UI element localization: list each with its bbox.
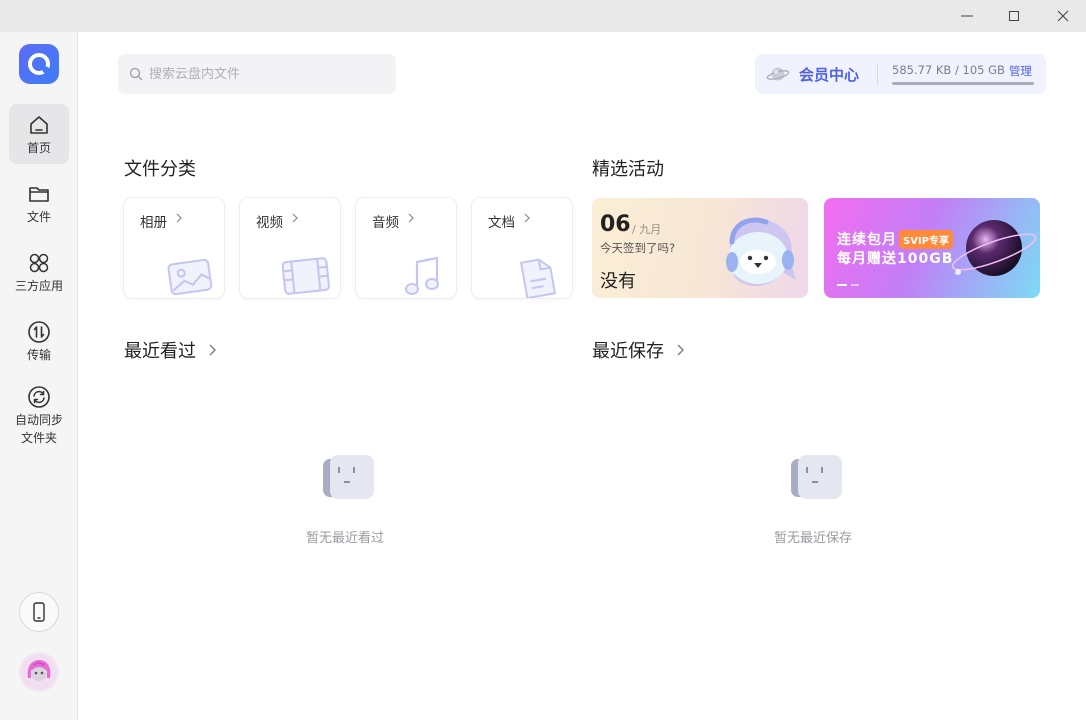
chevron-right-icon xyxy=(292,213,298,223)
category-videos[interactable]: 视频 xyxy=(240,198,340,298)
sidebar-item-label: 首页 xyxy=(26,141,51,155)
planet-icon xyxy=(766,67,790,81)
sidebar-item-label-line1: 自动同步 xyxy=(14,413,63,427)
svip-badge: SVIP专享 xyxy=(899,230,953,249)
search-input[interactable] xyxy=(149,66,389,82)
search-box[interactable] xyxy=(118,54,396,94)
category-label: 文档 xyxy=(488,215,515,231)
sidebar-item-label: 三方应用 xyxy=(14,279,63,293)
minimize-button[interactable] xyxy=(944,0,990,32)
planet-illustration xyxy=(951,220,1037,276)
document-icon xyxy=(520,258,556,298)
category-documents[interactable]: 文档 xyxy=(472,198,572,298)
sidebar-item-label: 传输 xyxy=(26,348,51,362)
chevron-right-icon xyxy=(209,344,216,356)
close-button[interactable] xyxy=(1040,0,1086,32)
close-icon xyxy=(1057,10,1069,22)
category-label: 音频 xyxy=(372,215,399,231)
file-category-title: 文件分类 xyxy=(124,159,196,180)
checkin-month: / 九月 xyxy=(632,223,662,236)
storage-progress-bar xyxy=(892,82,1034,85)
phone-button[interactable] xyxy=(19,592,59,632)
transfer-icon xyxy=(28,321,50,343)
category-audio[interactable]: 音频 xyxy=(356,198,456,298)
music-icon xyxy=(405,256,439,295)
maximize-button[interactable] xyxy=(991,0,1037,32)
checkin-answer: 没有 xyxy=(600,271,636,292)
sync-icon xyxy=(28,386,50,408)
avatar-icon xyxy=(21,654,57,690)
sidebar: 首页 文件 三方应用 传输 自动同步 文件夹 xyxy=(0,32,78,720)
storage-usage-text: 585.77 KB / 105 GB xyxy=(892,63,1005,77)
maximize-icon xyxy=(1009,11,1019,21)
promo-line2: 每月赠送100GB xyxy=(837,251,954,267)
search-icon xyxy=(129,67,143,81)
folder-icon xyxy=(29,187,49,202)
chevron-right-icon xyxy=(524,213,530,223)
chevron-right-icon xyxy=(176,213,182,223)
recent-saved-header[interactable]: 最近保存 xyxy=(592,337,685,363)
category-label: 视频 xyxy=(256,215,283,231)
recent-saved-empty-text: 暂无最近保存 xyxy=(774,531,853,546)
manage-storage-link[interactable]: 管理 xyxy=(1009,63,1032,79)
avatar[interactable] xyxy=(19,652,59,692)
sidebar-item-label-line2: 文件夹 xyxy=(20,431,57,445)
sidebar-item-files[interactable]: 文件 xyxy=(9,173,69,233)
recent-viewed-empty-text: 暂无最近看过 xyxy=(306,531,385,546)
recent-viewed-header[interactable]: 最近看过 xyxy=(124,337,217,363)
vip-center-link[interactable]: 会员中心 xyxy=(799,64,859,85)
chevron-right-icon xyxy=(677,344,684,356)
activities-title: 精选活动 xyxy=(592,159,664,180)
apps-grid-icon xyxy=(29,253,49,273)
photo-icon xyxy=(167,258,213,296)
chevron-right-icon xyxy=(408,213,414,223)
svip-promo-banner[interactable]: 连续包月 SVIP专享 每月赠送100GB xyxy=(824,198,1040,298)
mascot-illustration xyxy=(726,217,796,287)
home-icon xyxy=(30,116,48,134)
promo-line1: 连续包月 xyxy=(837,232,897,248)
minimize-icon xyxy=(961,15,973,17)
checkin-banner[interactable]: 06 / 九月 今天签到了吗? 没有 xyxy=(592,198,808,298)
phone-icon xyxy=(33,602,45,622)
category-label: 相册 xyxy=(140,215,167,231)
sidebar-item-home[interactable]: 首页 xyxy=(9,104,69,164)
divider xyxy=(877,63,878,85)
recent-viewed-title: 最近看过 xyxy=(124,341,196,362)
recent-saved-title: 最近保存 xyxy=(592,341,664,362)
sidebar-item-auto-sync-folder[interactable]: 自动同步 文件夹 xyxy=(9,380,69,452)
film-icon xyxy=(281,257,330,295)
category-photos[interactable]: 相册 xyxy=(124,198,224,298)
sidebar-item-transfer[interactable]: 传输 xyxy=(9,311,69,371)
carousel-indicator xyxy=(837,284,859,286)
title-bar xyxy=(0,0,1086,32)
vip-panel: 会员中心 585.77 KB / 105 GB 管理 xyxy=(755,54,1046,94)
checkin-day: 06 xyxy=(600,212,631,237)
empty-box-icon xyxy=(791,455,842,499)
empty-box-icon xyxy=(323,455,374,499)
app-logo-icon[interactable] xyxy=(19,44,59,84)
sidebar-item-label: 文件 xyxy=(26,210,51,224)
sidebar-item-third-party-apps[interactable]: 三方应用 xyxy=(9,242,69,302)
checkin-question: 今天签到了吗? xyxy=(600,241,676,255)
